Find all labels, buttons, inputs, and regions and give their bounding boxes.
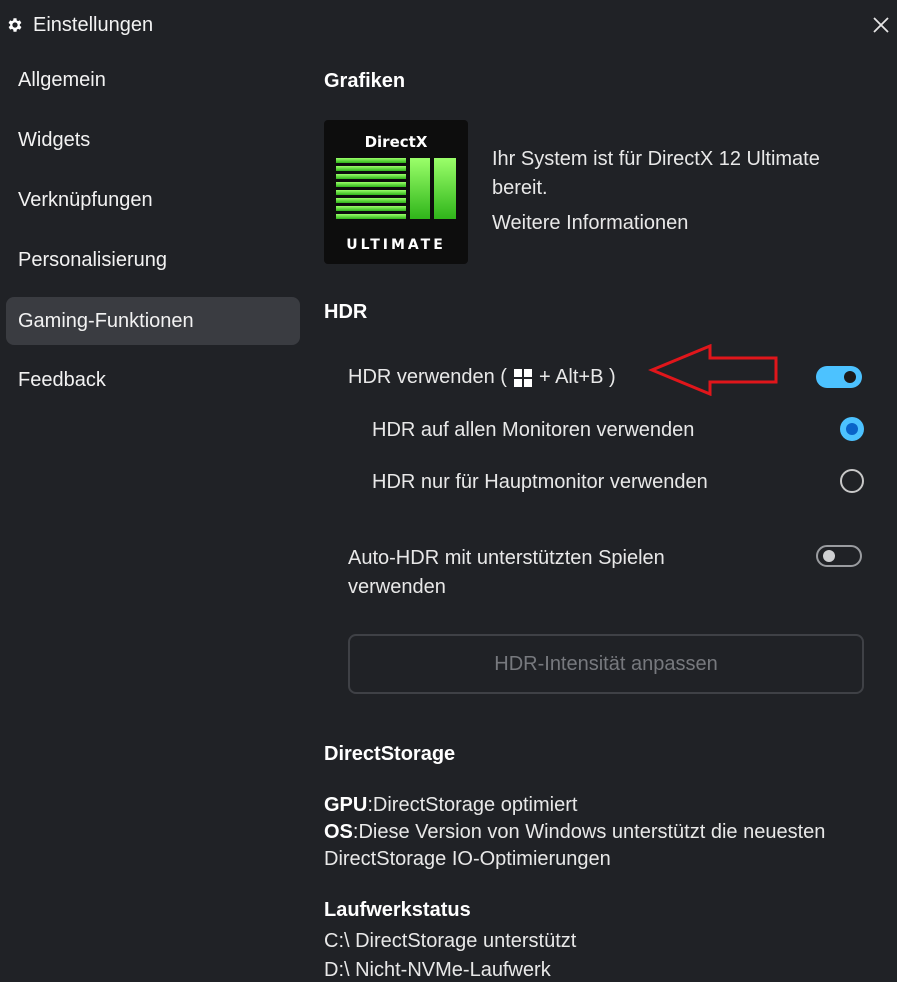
radio-dot bbox=[846, 423, 858, 435]
hdr-title: HDR bbox=[324, 301, 368, 323]
logo-ultimate-text: ULTIMATE bbox=[346, 237, 446, 253]
hdr-label-suffix: + Alt+B ) bbox=[538, 366, 616, 388]
hdr-option-main-monitor-radio[interactable] bbox=[840, 469, 864, 493]
drive-status-title: Laufwerkstatus bbox=[324, 899, 471, 921]
more-info-link[interactable]: Weitere Informationen bbox=[492, 212, 688, 235]
sidebar-item-gaming-funktionen[interactable]: Gaming-Funktionen bbox=[6, 297, 300, 345]
hdr-option-main-monitor-label: HDR nur für Hauptmonitor verwenden bbox=[372, 471, 708, 493]
directx-ultimate-logo: DirectX ULTIMATE bbox=[324, 120, 468, 264]
hdr-toggle-label: HDR verwenden ( + Alt+B ) bbox=[348, 366, 616, 389]
logo-directx-text: DirectX bbox=[365, 133, 428, 151]
directstorage-title: DirectStorage bbox=[324, 743, 456, 765]
sidebar-item-allgemein[interactable]: Allgemein bbox=[6, 56, 300, 104]
auto-hdr-toggle[interactable] bbox=[816, 545, 862, 567]
window-title: Einstellungen bbox=[33, 14, 154, 36]
annotation-arrow bbox=[648, 344, 778, 396]
hdr-option-all-monitors-label: HDR auf allen Monitoren verwenden bbox=[372, 419, 695, 441]
sidebar-item-feedback[interactable]: Feedback bbox=[6, 356, 300, 404]
directx-status-line2: bereit. bbox=[492, 177, 548, 199]
windows-key-icon bbox=[513, 368, 532, 387]
gpu-text: :DirectStorage optimiert bbox=[367, 794, 578, 816]
os-label: OS bbox=[324, 821, 353, 843]
drive-status-d: D:\ Nicht-NVMe-Laufwerk bbox=[324, 959, 551, 981]
directstorage-os-line: OS:Diese Version von Windows unterstützt… bbox=[324, 821, 825, 844]
close-icon[interactable] bbox=[868, 12, 894, 38]
hdr-label-prefix: HDR verwenden ( bbox=[348, 366, 507, 388]
os-text: :Diese Version von Windows unterstützt d… bbox=[352, 821, 826, 843]
directstorage-gpu-line: GPU:DirectStorage optimiert bbox=[324, 794, 577, 817]
hdr-toggle-knob bbox=[844, 371, 856, 383]
title-bar: Einstellungen bbox=[0, 0, 897, 52]
gear-icon bbox=[8, 18, 22, 32]
sidebar-item-widgets[interactable]: Widgets bbox=[6, 116, 300, 164]
sidebar-item-personalisierung[interactable]: Personalisierung bbox=[6, 236, 300, 284]
directx-status-line1: Ihr System ist für DirectX 12 Ultimate bbox=[492, 148, 820, 170]
graphics-title: Grafiken bbox=[324, 70, 406, 92]
sidebar-item-verknuepfungen[interactable]: Verknüpfungen bbox=[6, 176, 300, 224]
hdr-option-all-monitors-radio[interactable] bbox=[840, 417, 864, 441]
directstorage-os-line2: DirectStorage IO-Optimierungen bbox=[324, 848, 611, 870]
auto-hdr-label-line2: verwenden bbox=[348, 576, 446, 598]
drive-status-c: C:\ DirectStorage unterstützt bbox=[324, 930, 577, 952]
hdr-intensity-button[interactable]: HDR-Intensität anpassen bbox=[348, 634, 864, 694]
auto-hdr-toggle-knob bbox=[823, 550, 835, 562]
auto-hdr-label-line1: Auto-HDR mit unterstützten Spielen bbox=[348, 547, 665, 569]
gpu-label: GPU bbox=[324, 794, 368, 816]
hdr-toggle[interactable] bbox=[816, 366, 862, 388]
